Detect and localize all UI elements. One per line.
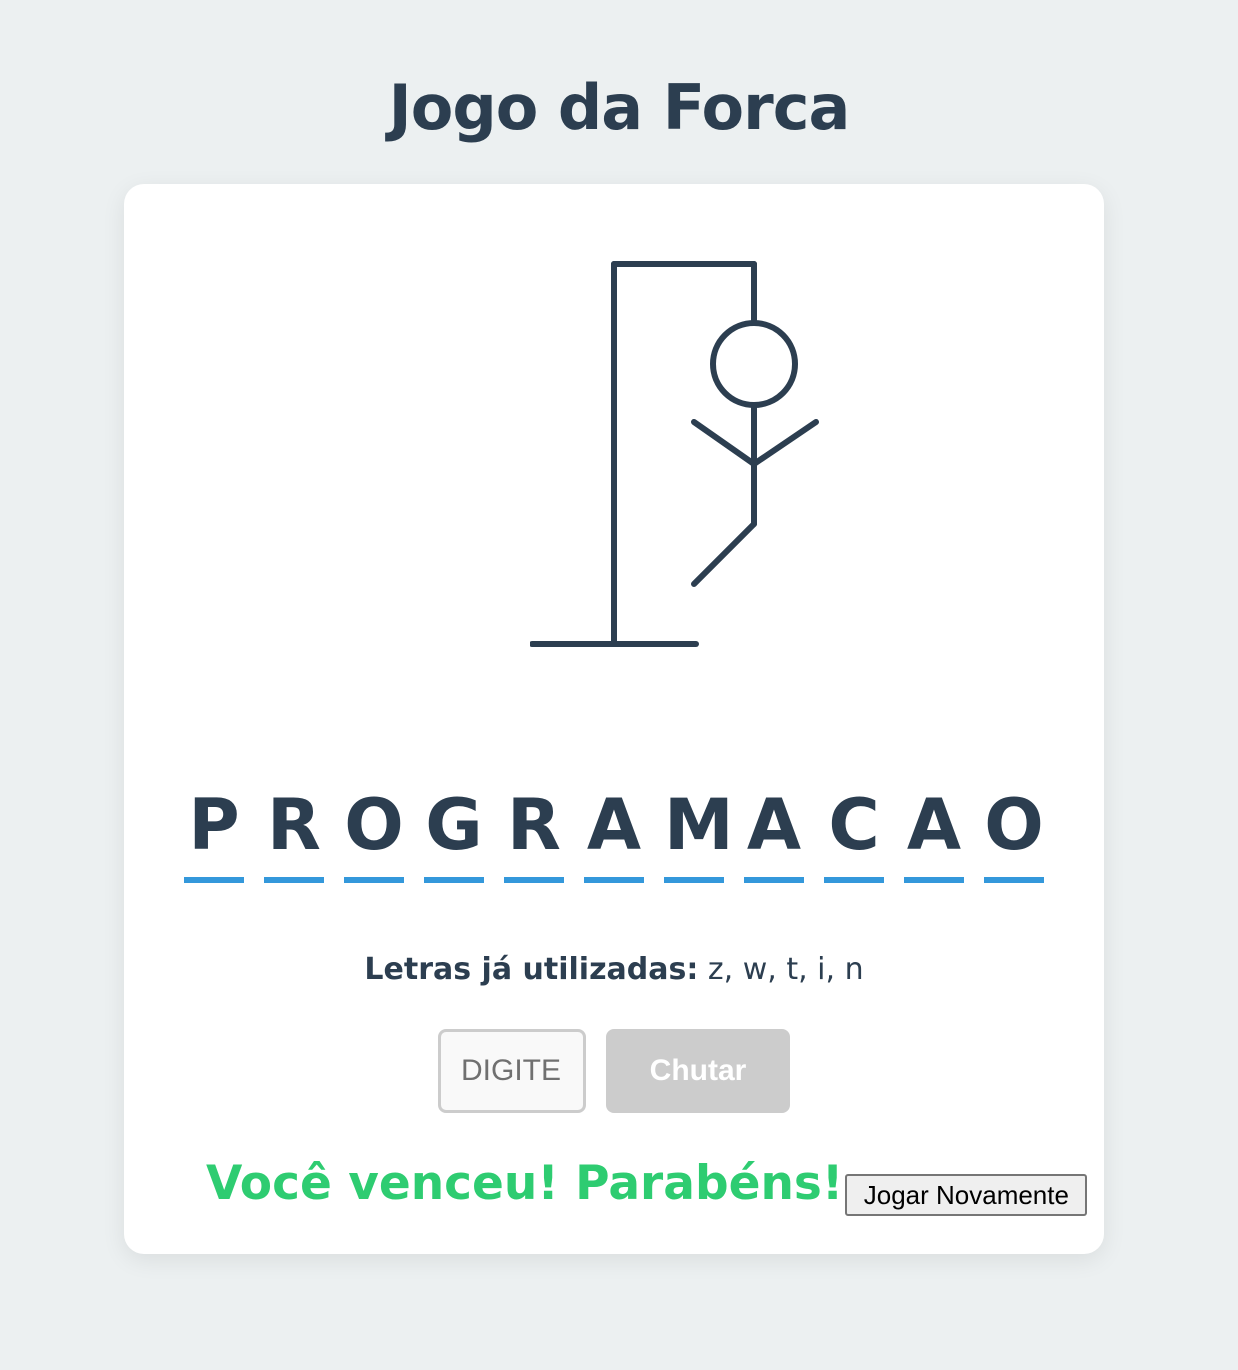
letter-input[interactable] xyxy=(438,1029,586,1113)
word-letter-slot: A xyxy=(904,780,964,883)
word-letter-slot: A xyxy=(584,780,644,883)
win-message: Você venceu! Parabéns! xyxy=(206,1156,844,1211)
used-letters-label: Letras já utilizadas: xyxy=(364,952,699,987)
word-letter-slot: O xyxy=(984,780,1044,883)
word-letter-slot: M xyxy=(664,780,734,883)
word-letter-slot: P xyxy=(184,780,244,883)
word-letter-slot: O xyxy=(344,780,404,883)
page-title: Jogo da Forca xyxy=(388,71,851,144)
play-again-button[interactable]: Jogar Novamente xyxy=(845,1174,1088,1216)
hangman-left-leg xyxy=(691,521,757,587)
word-letter-slot: R xyxy=(504,780,564,883)
hangman-drawing xyxy=(530,261,819,647)
word-letter-slot: A xyxy=(744,780,804,883)
word-letter-slot: G xyxy=(424,780,484,883)
result-row: Você venceu! Parabéns! Jogar Novamente xyxy=(206,1156,1088,1216)
word-letter-slot: R xyxy=(264,780,324,883)
hangman-right-arm xyxy=(751,419,819,467)
guess-button[interactable]: Chutar xyxy=(606,1029,790,1113)
used-letters: Letras já utilizadas: z, w, t, i, n xyxy=(124,952,1104,987)
game-card: P R O G R A M A C A O Letras já utilizad… xyxy=(124,184,1104,1254)
word-letter-slot: C xyxy=(824,780,884,883)
used-letters-value: z, w, t, i, n xyxy=(698,952,864,987)
hangman-head xyxy=(710,320,798,408)
word-display: P R O G R A M A C A O xyxy=(184,780,1064,883)
hangman-left-arm xyxy=(691,419,757,467)
